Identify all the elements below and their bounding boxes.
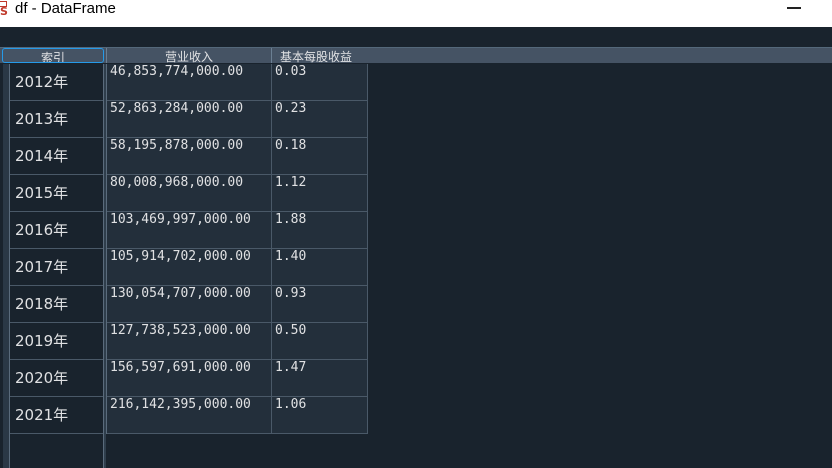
table-row: 127,738,523,000.00 0.50 [107,323,368,360]
revenue-cell[interactable]: 156,597,691,000.00 [107,360,272,397]
index-header[interactable]: 索引 [2,48,104,63]
index-cell[interactable]: 2014年 [10,138,103,175]
eps-cell[interactable]: 1.40 [272,249,368,286]
eps-cell[interactable]: 0.50 [272,323,368,360]
revenue-cell[interactable]: 58,195,878,000.00 [107,138,272,175]
revenue-cell[interactable]: 52,863,284,000.00 [107,101,272,138]
eps-cell[interactable]: 1.12 [272,175,368,212]
eps-cell[interactable]: 0.18 [272,138,368,175]
index-cell[interactable]: 2013年 [10,101,103,138]
table-row: 105,914,702,000.00 1.40 [107,249,368,286]
eps-cell[interactable]: 1.88 [272,212,368,249]
revenue-cell[interactable]: 80,008,968,000.00 [107,175,272,212]
revenue-cell[interactable]: 216,142,395,000.00 [107,397,272,434]
table-row: 216,142,395,000.00 1.06 [107,397,368,434]
eps-cell[interactable]: 1.47 [272,360,368,397]
revenue-cell[interactable]: 103,469,997,000.00 [107,212,272,249]
index-cell[interactable]: 2012年 [10,64,103,101]
dataframe-viewer: 索引 营业收入 基本每股收益 2012年 46,853,774,000.00 0.0… [0,27,832,468]
index-cell[interactable]: 2018年 [10,286,103,323]
table-row: 46,853,774,000.00 0.03 [107,64,368,101]
header-separator [106,48,107,63]
table-row: 80,008,968,000.00 1.12 [107,175,368,212]
index-cell[interactable]: 2016年 [10,212,103,249]
index-cell[interactable]: 2020年 [10,360,103,397]
title-bar: S df - DataFrame [0,0,832,27]
window-title: df - DataFrame [15,0,116,17]
revenue-cell[interactable]: 46,853,774,000.00 [107,64,272,101]
table-row: 52,863,284,000.00 0.23 [107,101,368,138]
index-cell[interactable]: 2019年 [10,323,103,360]
app-icon: S [0,0,8,18]
index-cell[interactable]: 2015年 [10,175,103,212]
eps-cell[interactable]: 0.93 [272,286,368,323]
index-cell[interactable]: 2021年 [10,397,103,434]
index-cell[interactable]: 2017年 [10,249,103,286]
data-left-border [106,64,107,434]
revenue-cell[interactable]: 127,738,523,000.00 [107,323,272,360]
table-row: 58,195,878,000.00 0.18 [107,138,368,175]
index-cell-empty [10,434,103,468]
column-header-eps[interactable]: 基本每股收益 [272,48,368,63]
revenue-cell[interactable]: 105,914,702,000.00 [107,249,272,286]
revenue-cell[interactable]: 130,054,707,000.00 [107,286,272,323]
index-gutter [3,64,10,468]
eps-cell[interactable]: 0.03 [272,64,368,101]
table-row: 156,597,691,000.00 1.47 [107,360,368,397]
eps-cell[interactable]: 1.06 [272,397,368,434]
eps-cell[interactable]: 0.23 [272,101,368,138]
minimize-button[interactable] [787,7,801,9]
column-header-revenue[interactable]: 营业收入 [107,48,271,63]
table-row: 130,054,707,000.00 0.93 [107,286,368,323]
table-row: 103,469,997,000.00 1.88 [107,212,368,249]
